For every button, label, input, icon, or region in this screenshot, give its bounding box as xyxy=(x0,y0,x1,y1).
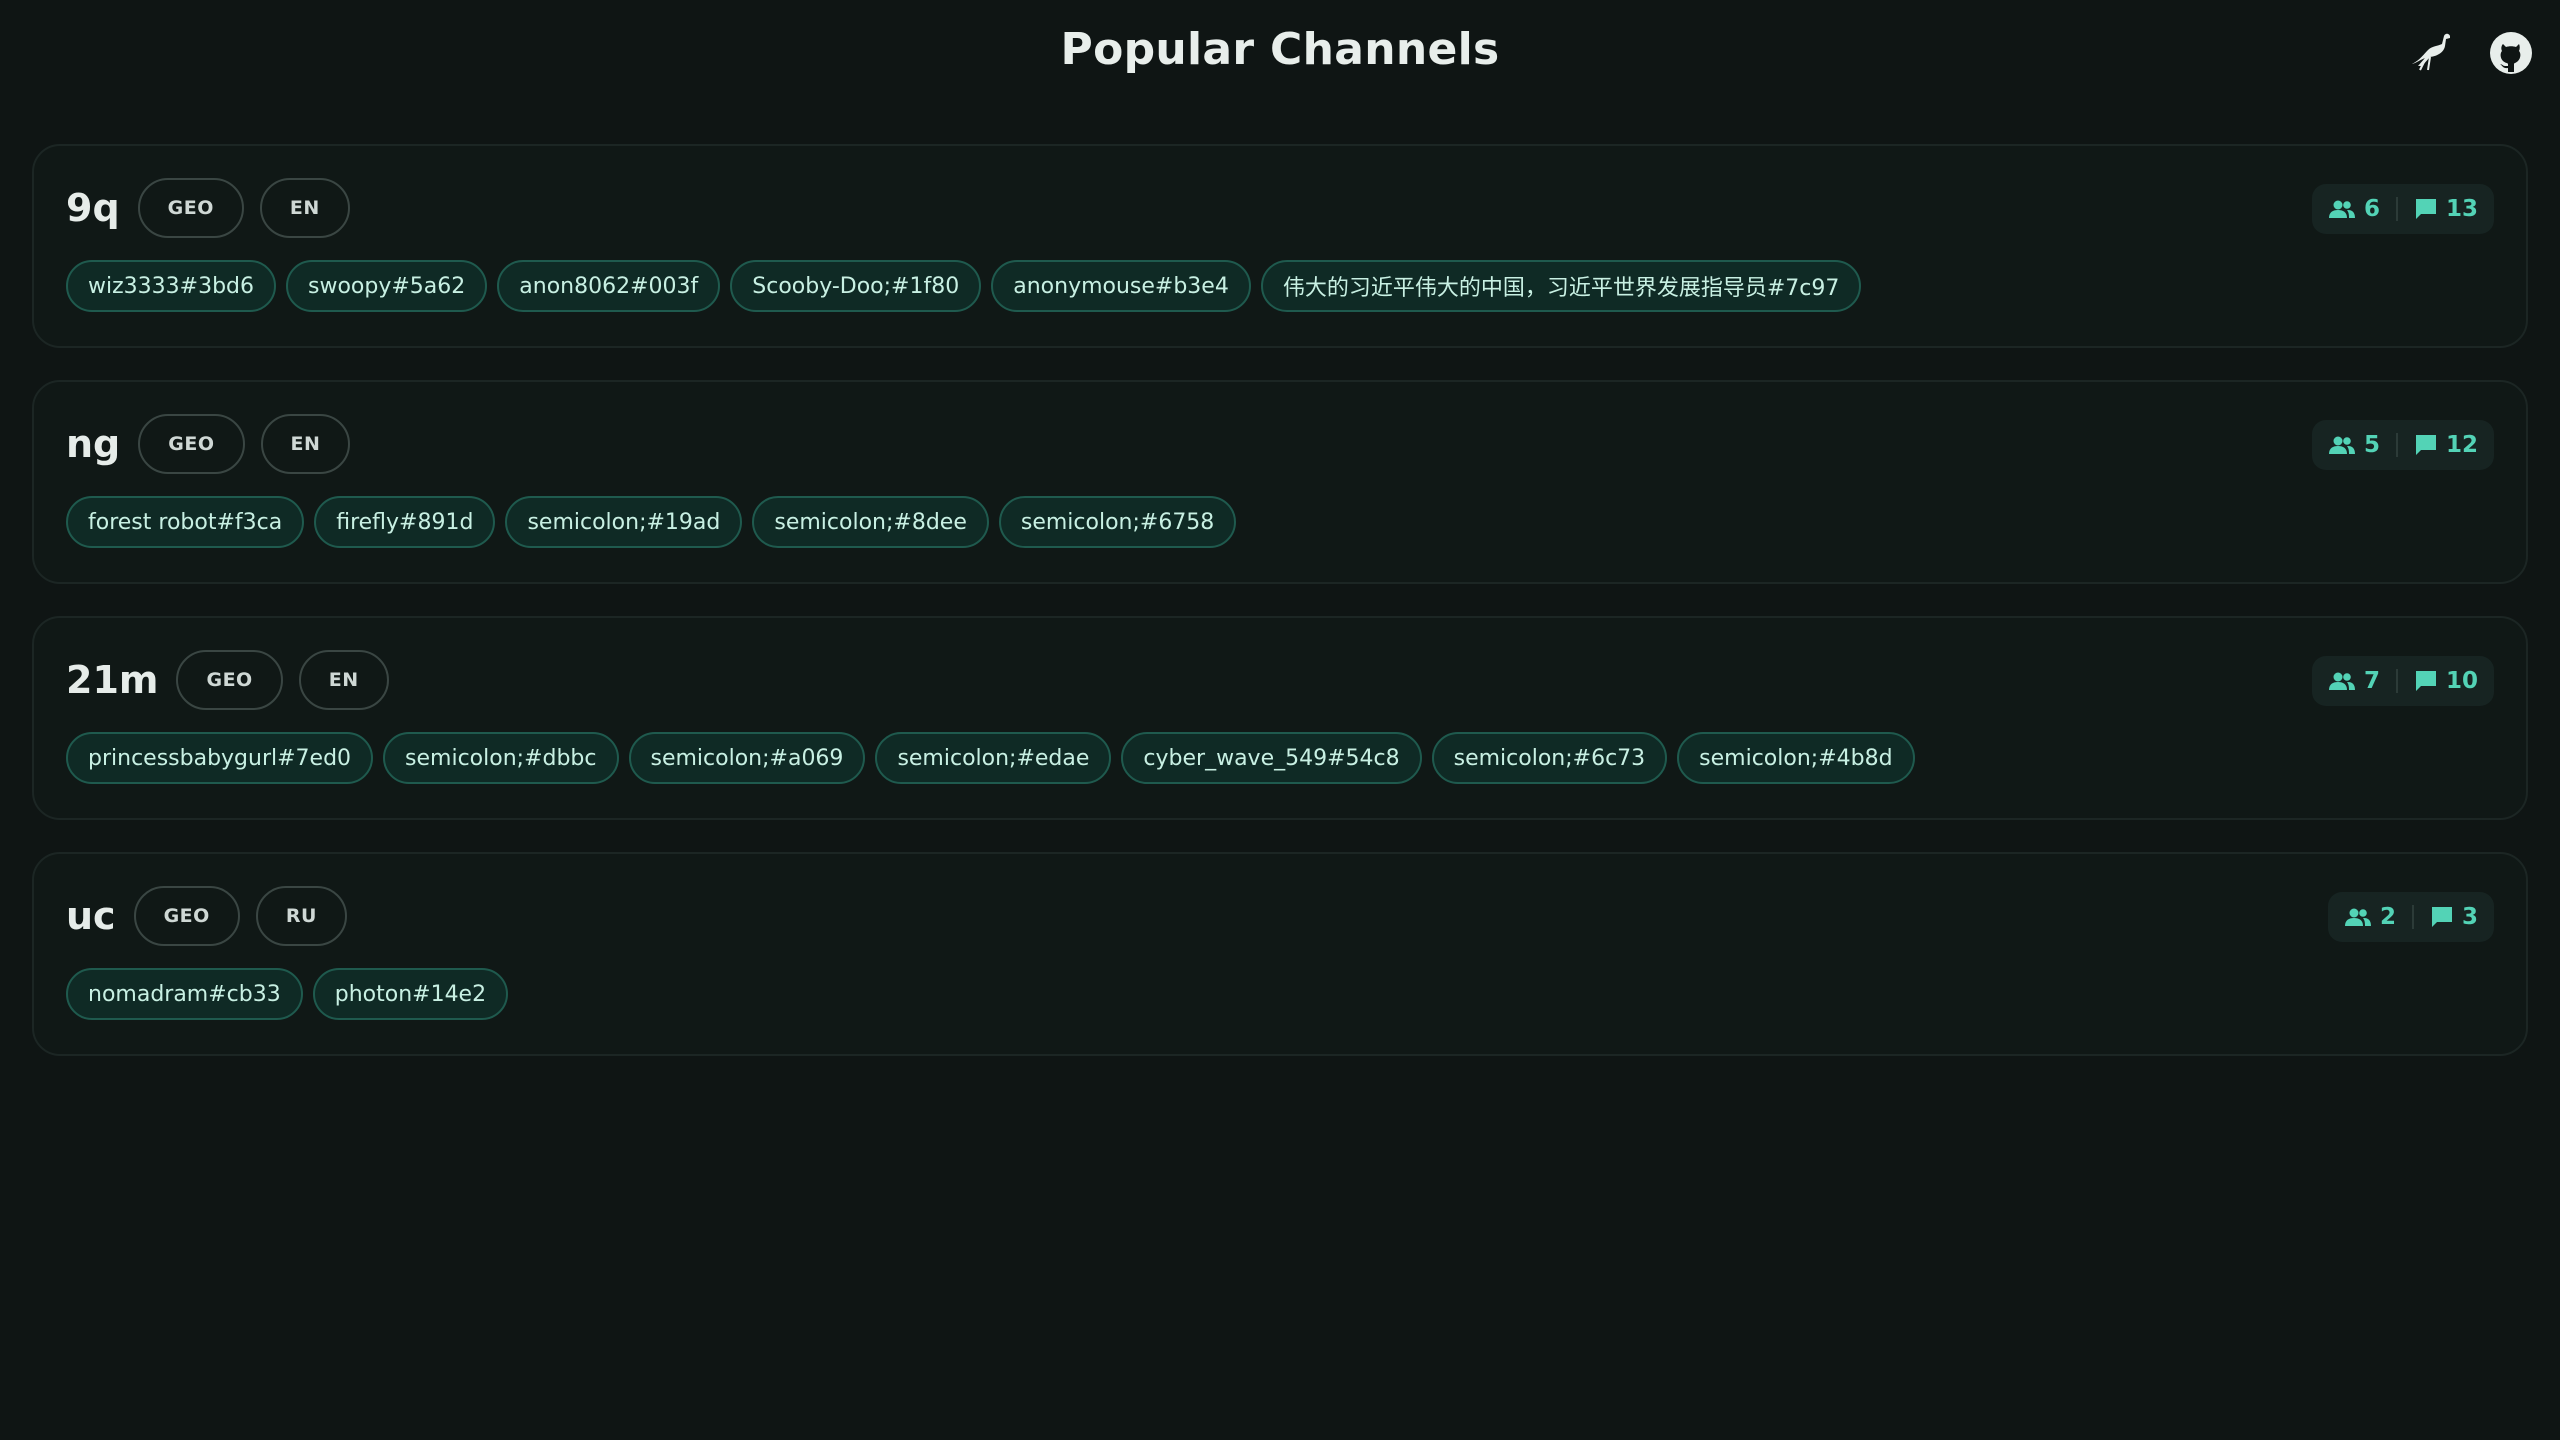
message-count-value: 13 xyxy=(2445,196,2478,222)
users-icon xyxy=(2328,436,2355,454)
user-chip[interactable]: princessbabygurl#7ed0 xyxy=(66,732,374,784)
geo-tag: GEO xyxy=(176,650,283,710)
user-chip[interactable]: semicolon;#8dee xyxy=(752,496,989,548)
language-tag: EN xyxy=(260,414,351,474)
user-chip[interactable]: firefly#891d xyxy=(314,496,496,548)
channel-geohash: ng xyxy=(66,422,121,466)
stat-divider xyxy=(2395,433,2398,457)
message-count: 12 xyxy=(2414,432,2478,458)
user-chip[interactable]: cyber_wave_549#54c8 xyxy=(1121,732,1422,784)
user-count-value: 5 xyxy=(2363,432,2380,458)
channel-card[interactable]: 21m GEO EN 7 10 princessbabygurl#7ed0 se… xyxy=(32,616,2528,820)
user-chip[interactable]: semicolon;#edae xyxy=(875,732,1112,784)
user-chip[interactable]: semicolon;#19ad xyxy=(505,496,743,548)
message-count-value: 3 xyxy=(2461,904,2478,930)
message-icon xyxy=(2415,671,2436,691)
user-chip[interactable]: Scooby-Doo;#1f80 xyxy=(730,260,982,312)
channel-header: 9q GEO EN xyxy=(66,178,2494,238)
page-title: Popular Channels xyxy=(1060,24,1500,75)
stat-divider xyxy=(2411,905,2414,929)
user-count: 5 xyxy=(2328,432,2380,458)
channel-stats: 5 12 xyxy=(2311,420,2494,470)
user-chip[interactable]: anonymouse#b3e4 xyxy=(991,260,1251,312)
channel-header: uc GEO RU xyxy=(66,886,2494,946)
channel-stats: 2 3 xyxy=(2327,892,2494,942)
user-chip[interactable]: anon8062#003f xyxy=(497,260,721,312)
user-count-value: 7 xyxy=(2363,668,2380,694)
user-count-value: 6 xyxy=(2363,196,2380,222)
message-count-value: 10 xyxy=(2445,668,2478,694)
channel-card[interactable]: 9q GEO EN 6 13 wiz3333#3bd6 swoopy#5a62 … xyxy=(32,144,2528,348)
user-chip[interactable]: semicolon;#6758 xyxy=(998,496,1237,548)
user-count: 6 xyxy=(2328,196,2380,222)
header-icons xyxy=(2408,30,2534,76)
user-chip[interactable]: semicolon;#4b8d xyxy=(1677,732,1915,784)
user-list: forest robot#f3ca firefly#891d semicolon… xyxy=(66,496,2494,548)
user-count: 7 xyxy=(2328,668,2380,694)
user-chip[interactable]: semicolon;#6c73 xyxy=(1431,732,1668,784)
channel-header: ng GEO EN xyxy=(66,414,2494,474)
channel-geohash: 9q xyxy=(66,186,120,230)
channel-list: 9q GEO EN 6 13 wiz3333#3bd6 swoopy#5a62 … xyxy=(32,144,2528,1088)
channel-header: 21m GEO EN xyxy=(66,650,2494,710)
user-chip[interactable]: forest robot#f3ca xyxy=(66,496,305,548)
user-list: wiz3333#3bd6 swoopy#5a62 anon8062#003f S… xyxy=(66,260,2494,312)
message-count: 13 xyxy=(2414,196,2478,222)
user-chip[interactable]: semicolon;#dbbc xyxy=(383,732,619,784)
channel-stats: 6 13 xyxy=(2311,184,2494,234)
message-count: 10 xyxy=(2414,668,2478,694)
user-chip[interactable]: swoopy#5a62 xyxy=(286,260,488,312)
message-icon xyxy=(2415,435,2436,455)
page-header: Popular Channels xyxy=(0,0,2560,112)
channel-geohash: 21m xyxy=(66,658,159,702)
channel-card[interactable]: ng GEO EN 5 12 forest robot#f3ca firefly… xyxy=(32,380,2528,584)
user-chip[interactable]: photon#14e2 xyxy=(312,968,509,1020)
users-icon xyxy=(2328,672,2355,690)
message-count: 3 xyxy=(2430,904,2478,930)
language-tag: EN xyxy=(259,178,350,238)
user-chip[interactable]: 伟大的习近平伟大的中国，习近平世界发展指导员#7c97 xyxy=(1260,260,1862,312)
user-chip[interactable]: semicolon;#a069 xyxy=(628,732,866,784)
language-tag: EN xyxy=(298,650,389,710)
message-icon xyxy=(2431,907,2452,927)
stat-divider xyxy=(2395,197,2398,221)
user-list: princessbabygurl#7ed0 semicolon;#dbbc se… xyxy=(66,732,2494,784)
users-icon xyxy=(2344,908,2371,926)
user-count-value: 2 xyxy=(2379,904,2396,930)
stat-divider xyxy=(2395,669,2398,693)
geo-tag: GEO xyxy=(133,886,240,946)
geo-tag: GEO xyxy=(138,414,245,474)
user-list: nomadram#cb33 photon#14e2 xyxy=(66,968,2494,1020)
channel-stats: 7 10 xyxy=(2311,656,2494,706)
bird-icon[interactable] xyxy=(2408,30,2454,76)
github-icon[interactable] xyxy=(2488,30,2534,76)
channel-geohash: uc xyxy=(66,894,116,938)
message-count-value: 12 xyxy=(2445,432,2478,458)
language-tag: RU xyxy=(255,886,347,946)
user-count: 2 xyxy=(2344,904,2396,930)
message-icon xyxy=(2415,199,2436,219)
users-icon xyxy=(2328,200,2355,218)
user-chip[interactable]: wiz3333#3bd6 xyxy=(66,260,276,312)
channel-card[interactable]: uc GEO RU 2 3 nomadram#cb33 photon#14e2 xyxy=(32,852,2528,1056)
geo-tag: GEO xyxy=(137,178,244,238)
user-chip[interactable]: nomadram#cb33 xyxy=(66,968,303,1020)
